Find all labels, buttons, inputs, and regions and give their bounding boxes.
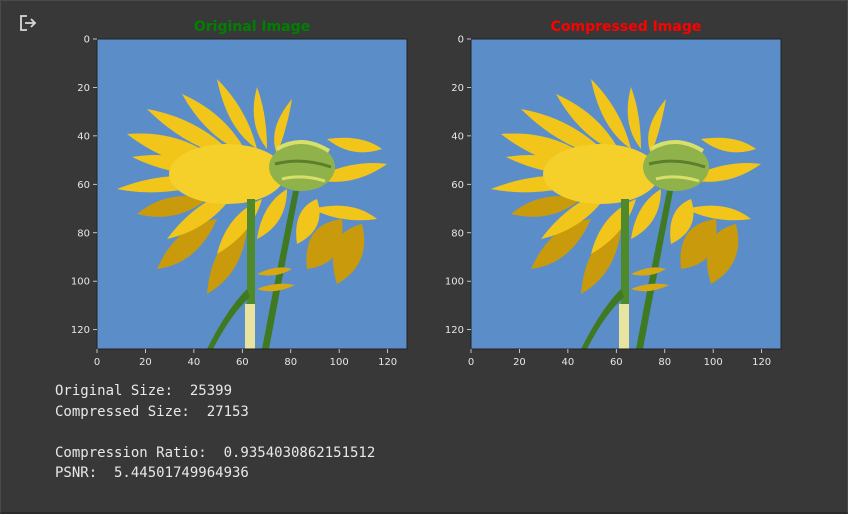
y-tick-label: 120 <box>445 325 464 336</box>
subplot-title: Compressed Image <box>551 19 702 35</box>
x-tick-label: 0 <box>94 357 100 368</box>
output-line: Original Size: 25399 <box>55 383 233 399</box>
x-tick-label: 20 <box>513 357 526 368</box>
compressed-image <box>469 37 783 351</box>
y-tick-label: 80 <box>451 228 464 239</box>
x-tick-label: 0 <box>468 357 474 368</box>
subplot-compressed: Compressed Image 0 20 40 60 80 100 120 0 20 40 60 8… <box>445 19 783 368</box>
x-tick-label: 20 <box>139 357 152 368</box>
y-tick-label: 100 <box>445 277 464 288</box>
x-tick-label: 100 <box>704 357 723 368</box>
y-tick-label: 20 <box>451 83 464 94</box>
x-tick-label: 100 <box>330 357 349 368</box>
x-tick-label: 120 <box>378 357 397 368</box>
x-tick-label: 40 <box>188 357 201 368</box>
output-line: Compressed Size: 27153 <box>55 403 249 420</box>
cell-stdout: Original Size: 25399 Compressed Size: 271… <box>55 381 375 484</box>
y-tick-label: 60 <box>77 180 90 191</box>
y-tick-label: 80 <box>77 228 90 239</box>
y-tick-label: 120 <box>71 325 90 336</box>
x-tick-label: 80 <box>284 357 297 368</box>
y-tick-label: 60 <box>451 180 464 191</box>
x-tick-label: 80 <box>658 357 671 368</box>
output-line: PSNR: 5.44501749964936 <box>55 465 249 482</box>
original-image <box>95 37 409 351</box>
x-tick-label: 120 <box>752 357 771 368</box>
subplot-title: Original Image <box>194 19 310 35</box>
output-line: Compression Ratio: 0.9354030862151512 <box>55 444 376 461</box>
y-tick-label: 100 <box>71 277 90 288</box>
y-tick-label: 0 <box>84 35 90 46</box>
x-tick-label: 60 <box>610 357 623 368</box>
y-tick-label: 0 <box>458 35 464 46</box>
y-tick-label: 40 <box>451 131 464 142</box>
x-tick-label: 40 <box>562 357 575 368</box>
subplot-original: Original Image 0 20 40 60 80 100 120 0 20 40 60 80 1… <box>71 19 409 368</box>
x-tick-label: 60 <box>236 357 249 368</box>
y-tick-label: 40 <box>77 131 90 142</box>
y-tick-label: 20 <box>77 83 90 94</box>
matplotlib-figure: Original Image 0 20 40 60 80 100 120 0 20 40 60 80 1… <box>71 19 783 368</box>
